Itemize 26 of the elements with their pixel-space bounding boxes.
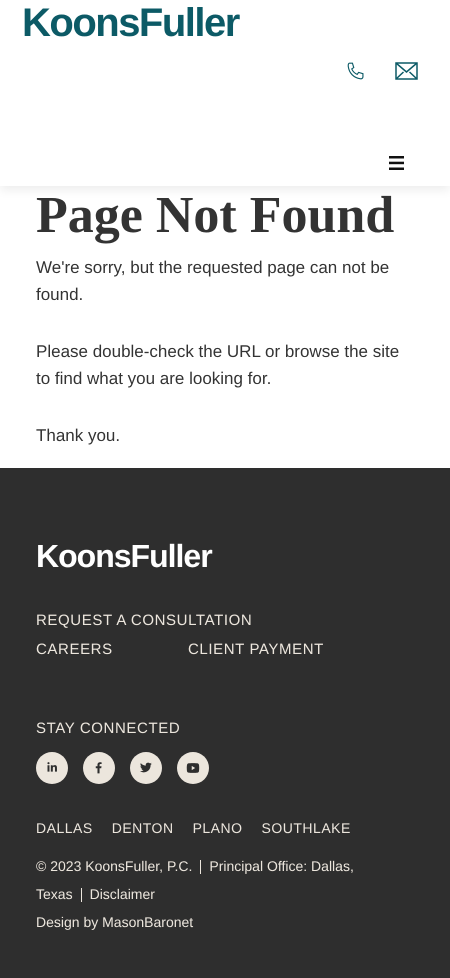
footer-link[interactable]: CLIENT PAYMENT xyxy=(188,639,414,660)
phone-icon[interactable] xyxy=(345,61,366,82)
paragraph: We're sorry, but the requested page can not be found. xyxy=(36,257,390,306)
office-address: Principal Office: Dallas, xyxy=(209,858,354,874)
paragraph: Thank you. xyxy=(36,425,122,447)
linkedin-icon[interactable] xyxy=(36,752,68,784)
play-icon[interactable] xyxy=(177,752,209,784)
mail-icon[interactable] xyxy=(395,62,418,80)
section-heading: STAY CONNECTED xyxy=(36,719,182,739)
paragraph: Please double-check the URL or browse the site to find what you are looking for. xyxy=(36,341,400,390)
disclaimer-link[interactable]: Disclaimer xyxy=(90,886,155,902)
menu-icon[interactable] xyxy=(389,156,404,170)
office-link[interactable]: SOUTHLAKE xyxy=(262,818,351,838)
facebook-icon[interactable] xyxy=(83,752,115,784)
footer-link[interactable]: CAREERS xyxy=(36,639,188,660)
footer-logo[interactable]: KoonsFuller xyxy=(36,540,414,572)
copyright-text: © 2023 KoonsFuller, P.C. xyxy=(36,858,192,874)
office-address: Texas xyxy=(36,886,73,902)
logo[interactable]: KoonsFuller xyxy=(22,0,239,46)
office-link[interactable]: DENTON xyxy=(112,818,174,838)
design-credit[interactable]: Design by MasonBaronet xyxy=(36,908,414,936)
office-link[interactable]: DALLAS xyxy=(36,818,93,838)
page-title: Page Not Found xyxy=(36,188,396,244)
footer-link[interactable]: REQUEST A CONSULTATION xyxy=(36,610,414,631)
office-link[interactable]: PLANO xyxy=(192,818,243,838)
bird-icon[interactable] xyxy=(130,752,162,784)
